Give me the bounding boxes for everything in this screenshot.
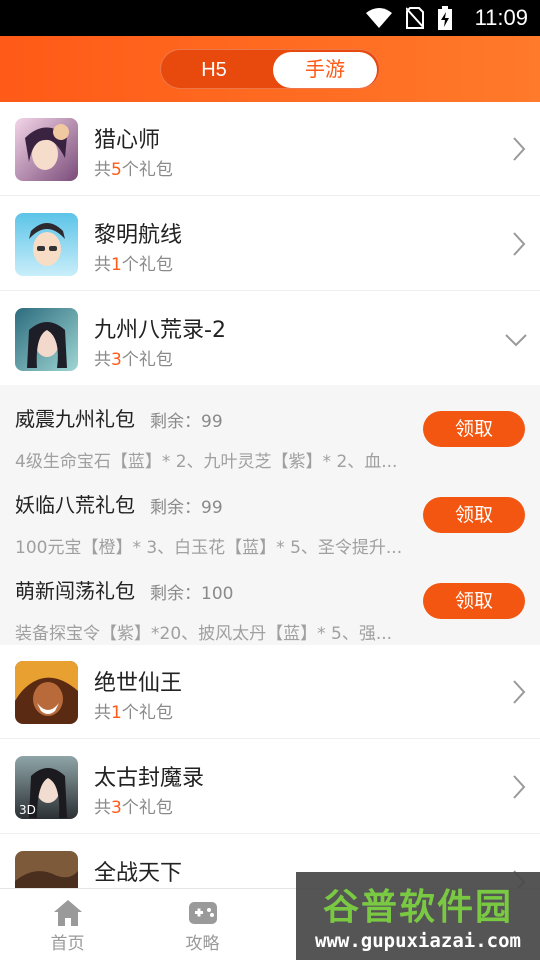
gift-item: 妖临八荒礼包 剩余：99 100元宝【橙】* 3、白玉花【蓝】* 5、圣令提升.…: [0, 471, 540, 558]
battery-charging-icon: [438, 6, 452, 30]
game-name: 全战天下: [94, 861, 183, 886]
status-icons: [366, 6, 452, 30]
game-row[interactable]: 猎心师 共5个礼包: [0, 102, 540, 196]
gift-remaining: 剩余：99: [150, 412, 223, 432]
status-bar: 11:09: [0, 0, 540, 36]
game-avatar: [15, 661, 78, 724]
game-avatar: [15, 213, 78, 276]
header: H5 手游: [0, 36, 540, 102]
wifi-icon: [366, 7, 392, 29]
home-icon: [0, 899, 135, 927]
status-time: 11:09: [474, 5, 528, 30]
gift-item: 萌新闯荡礼包 剩余：100 装备探宝令【紫】*20、披风太丹【蓝】* 5、强..…: [0, 557, 540, 644]
game-row[interactable]: 绝世仙王 共1个礼包: [0, 645, 540, 739]
gift-count: 共5个礼包: [94, 160, 173, 180]
gift-name: 萌新闯荡礼包: [15, 579, 135, 603]
chevron-right-icon: [512, 231, 526, 261]
gift-description: 4级生命宝石【蓝】* 2、九叶灵芝【紫】* 2、血...: [15, 452, 398, 472]
watermark-title: 谷普软件园: [322, 887, 513, 928]
tab-h5[interactable]: H5: [161, 50, 267, 90]
nav-home-label: 首页: [50, 934, 85, 954]
game-avatar: [15, 118, 78, 181]
game-name: 太古封魔录: [94, 766, 205, 791]
tab-mobile-games[interactable]: 手游: [273, 52, 377, 88]
svg-text:3D: 3D: [19, 803, 36, 817]
gift-description: 装备探宝令【紫】*20、披风太丹【蓝】* 5、强...: [15, 624, 393, 644]
game-name: 黎明航线: [94, 223, 183, 248]
gift-name: 威震九州礼包: [15, 407, 135, 431]
nav-home[interactable]: 首页: [0, 889, 135, 960]
nav-guides-label: 攻略: [185, 934, 220, 954]
gift-description: 100元宝【橙】* 3、白玉花【蓝】* 5、圣令提升...: [15, 538, 403, 558]
game-avatar: 3D: [15, 756, 78, 819]
gift-count: 共3个礼包: [94, 350, 173, 370]
game-row[interactable]: 黎明航线 共1个礼包: [0, 197, 540, 291]
claim-button[interactable]: 领取: [423, 411, 525, 447]
game-name: 九州八荒录-2: [94, 318, 226, 343]
gift-count: 共1个礼包: [94, 703, 173, 723]
chevron-down-icon: [504, 332, 528, 351]
claim-button[interactable]: 领取: [423, 497, 525, 533]
gift-name: 妖临八荒礼包: [15, 493, 135, 517]
nav-guides[interactable]: 攻略: [135, 889, 270, 960]
game-row-expanded[interactable]: 九州八荒录-2 共3个礼包: [0, 292, 540, 385]
chevron-right-icon: [512, 679, 526, 709]
no-sim-icon: [406, 7, 424, 29]
claim-button[interactable]: 领取: [423, 583, 525, 619]
gift-count: 共3个礼包: [94, 798, 173, 818]
gift-item: 威震九州礼包 剩余：99 4级生命宝石【蓝】* 2、九叶灵芝【紫】* 2、血..…: [0, 385, 540, 472]
tab-switcher: H5 手游: [160, 49, 380, 89]
chevron-right-icon: [512, 774, 526, 804]
chevron-right-icon: [512, 136, 526, 166]
gift-remaining: 剩余：100: [150, 584, 234, 604]
gamepad-icon: [135, 899, 270, 927]
watermark-url: www.gupuxiazai.com: [315, 930, 521, 952]
gift-panel: 威震九州礼包 剩余：99 4级生命宝石【蓝】* 2、九叶灵芝【紫】* 2、血..…: [0, 385, 540, 645]
gift-remaining: 剩余：99: [150, 498, 223, 518]
game-name: 绝世仙王: [94, 671, 183, 696]
game-name: 猎心师: [94, 128, 161, 153]
watermark: 谷普软件园 www.gupuxiazai.com: [296, 872, 540, 960]
game-avatar: [15, 308, 78, 371]
gift-count: 共1个礼包: [94, 255, 173, 275]
game-row[interactable]: 3D 太古封魔录 共3个礼包: [0, 740, 540, 834]
